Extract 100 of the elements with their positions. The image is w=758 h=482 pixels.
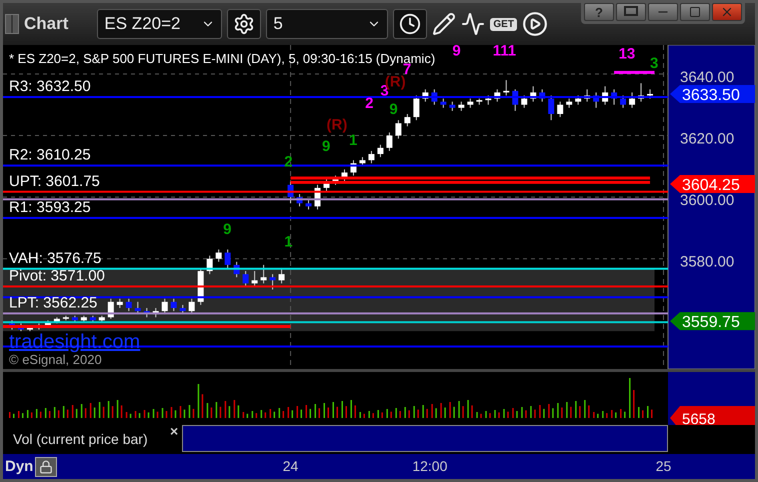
study-count-label: 3 [650, 54, 658, 72]
time-axis-tick: 25 [656, 458, 672, 474]
level-label: R2: 3610.25 [9, 146, 91, 164]
volume-bar [620, 409, 626, 418]
gear-icon [233, 13, 256, 35]
study-count-label: 9 [389, 101, 398, 118]
volume-bar [512, 408, 518, 418]
level-label: R3: 3632.50 [9, 78, 91, 96]
volume-bar [188, 405, 194, 418]
price-candle [458, 101, 464, 112]
symbol-dropdown[interactable]: ES Z20=2 [97, 9, 222, 39]
volume-bar [270, 409, 276, 418]
volume-bar [386, 409, 392, 418]
maximize-button[interactable] [680, 3, 710, 21]
price-candle [116, 298, 123, 309]
price-candle [126, 298, 132, 312]
volume-bar [332, 402, 338, 418]
get-button[interactable]: GET [490, 18, 517, 30]
level-label: UPT: 3601.75 [9, 172, 100, 190]
study-count-label: 13 [618, 46, 636, 63]
volume-bar [224, 401, 230, 418]
study-count-label: 9 [452, 45, 461, 60]
time-axis-tick: 12:00 [412, 458, 448, 474]
price-candle [485, 95, 492, 106]
volume-bar [18, 411, 24, 418]
volume-bar [485, 411, 491, 418]
volume-bar [314, 404, 320, 418]
play-icon [522, 11, 548, 37]
clock-button[interactable] [393, 9, 428, 39]
price-candle [557, 101, 564, 118]
volume-bar [548, 404, 554, 418]
mode-label: Dyn [5, 458, 34, 475]
price-axis-tick: 3640.00 [680, 68, 734, 86]
volume-bar [306, 405, 312, 418]
grip-icon[interactable] [5, 14, 19, 34]
pencil-button[interactable] [432, 12, 456, 36]
volume-bar [44, 408, 50, 418]
volume-bar [530, 406, 536, 418]
price-candle [449, 101, 456, 112]
study-count-label: 9 [322, 138, 330, 155]
volume-bar [503, 409, 509, 418]
price-candle [224, 249, 231, 268]
volume-bar [80, 404, 86, 418]
volume-bar [134, 411, 140, 418]
minimize-button[interactable] [648, 3, 678, 21]
study-count-label: (R) [326, 116, 348, 134]
price-marker: 3559.75 [670, 312, 755, 332]
copyright-text: © eSignal, 2020 [9, 352, 102, 367]
price-candle [404, 114, 410, 127]
volume-bar [557, 403, 563, 418]
study-count-label: 9 [223, 221, 232, 238]
volume-bar [98, 402, 104, 418]
price-candle [620, 95, 626, 108]
volume-bar [72, 405, 78, 418]
settings-button[interactable] [227, 9, 262, 39]
clock-icon [399, 13, 422, 35]
volume-bar [539, 405, 545, 418]
play-button[interactable] [522, 11, 548, 37]
volume-bar [377, 410, 383, 418]
volume-bar [206, 403, 212, 418]
price-marker: 3604.25 [670, 175, 755, 194]
price-candle [216, 249, 222, 262]
volume-bar [162, 408, 168, 418]
volume-bar [476, 412, 482, 418]
volume-bar [180, 406, 186, 418]
volume-marker: 5658 [670, 406, 755, 425]
price-candle [440, 98, 446, 108]
time-axis-tick: 24 [282, 458, 298, 474]
volume-bar [54, 407, 60, 418]
price-candle [395, 120, 402, 140]
price-axis-tick: 3580.00 [680, 254, 734, 271]
volume-bar [602, 411, 608, 418]
volume-bar [593, 412, 599, 418]
volume-bar [494, 410, 500, 418]
price-candle [170, 298, 177, 312]
interval-dropdown[interactable]: 5 [266, 9, 388, 39]
price-candle [278, 267, 285, 284]
study-count-label: 1 [284, 233, 293, 250]
volume-bar [278, 408, 284, 418]
chart-line-button[interactable] [461, 12, 486, 36]
volume-bar [116, 400, 122, 418]
lock-button[interactable] [35, 456, 58, 476]
price-candle [629, 92, 636, 108]
volume-bar [575, 401, 581, 418]
price-axis-tick: 3620.00 [680, 130, 734, 148]
volume-bar [359, 412, 365, 418]
volume-bar [431, 404, 437, 418]
volume-bar [647, 406, 653, 418]
volume-bar [216, 402, 222, 418]
volume-bar [521, 407, 527, 418]
volume-bar [108, 401, 114, 418]
line-chart-icon [461, 12, 486, 36]
window-title: Chart [24, 14, 68, 34]
volume-bar [458, 401, 464, 418]
restore-button[interactable] [616, 3, 646, 21]
close-button[interactable]: × [170, 423, 178, 439]
volume-bar [584, 400, 590, 418]
close-button[interactable] [712, 3, 742, 21]
volume-bar [467, 400, 473, 418]
volume-bar [422, 405, 428, 418]
